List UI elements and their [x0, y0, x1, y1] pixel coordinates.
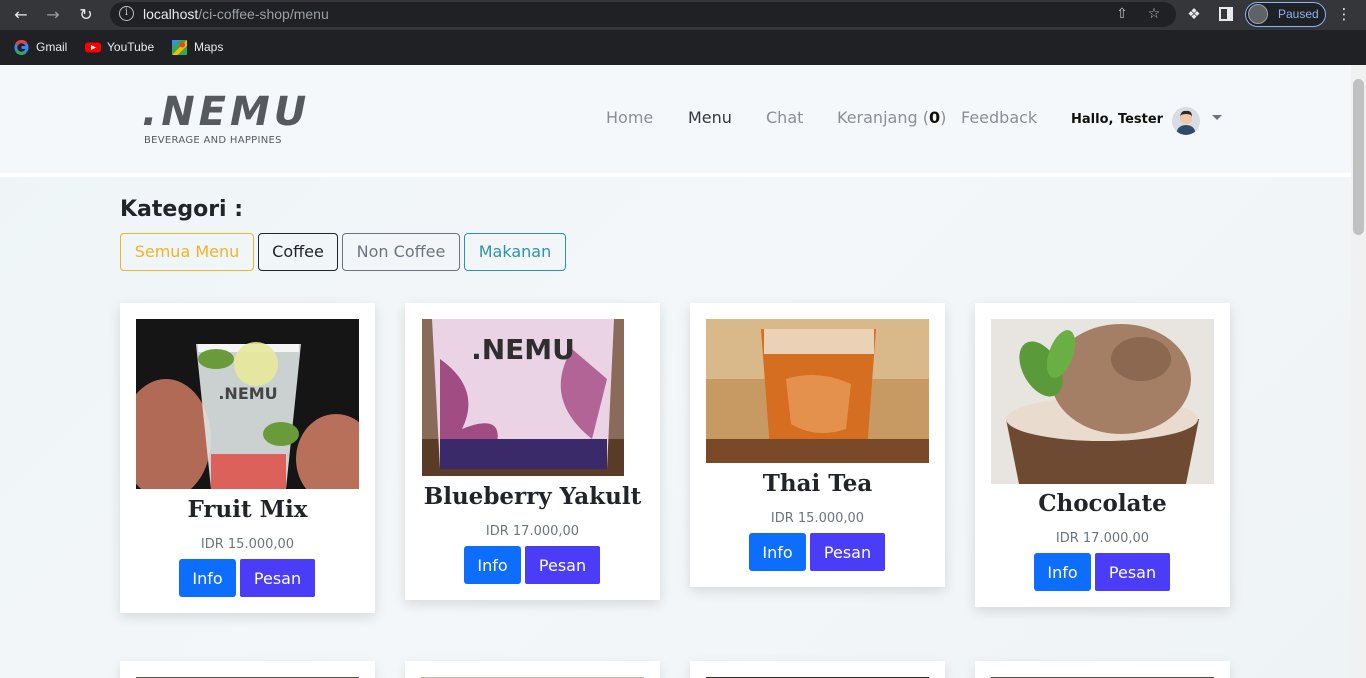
- url-host: localhost: [143, 6, 199, 22]
- product-card: .NEMU Fruit Mix IDR 15.000,00 Info Pesan: [120, 303, 375, 613]
- product-name: Chocolate: [1038, 490, 1167, 517]
- product-card: [405, 661, 660, 678]
- bookmark-label: YouTube: [107, 40, 155, 54]
- product-price: IDR 15.000,00: [200, 537, 295, 552]
- product-price: IDR 15.000,00: [770, 511, 865, 526]
- category-coffee-button[interactable]: Coffee: [258, 233, 338, 271]
- forward-arrow-icon[interactable]: →: [42, 4, 64, 26]
- product-info-button[interactable]: Info: [749, 533, 806, 571]
- maps-icon: [172, 39, 187, 55]
- cart-label-close: ): [940, 108, 947, 127]
- browser-toolbar: ← → ↻ i localhost/ci-coffee-shop/menu ⇧ …: [0, 0, 1366, 30]
- kebab-menu-icon[interactable]: ⋮: [1334, 4, 1354, 24]
- user-avatar[interactable]: [1172, 107, 1200, 135]
- product-image: .NEMU: [136, 319, 359, 489]
- profile-button[interactable]: Paused: [1245, 2, 1326, 27]
- product-order-button[interactable]: Pesan: [1095, 553, 1170, 591]
- nav-home[interactable]: Home: [606, 108, 653, 127]
- bookmark-label: Maps: [194, 40, 224, 54]
- star-icon[interactable]: ☆: [1145, 5, 1163, 23]
- bookmark-maps[interactable]: Maps: [172, 38, 223, 56]
- scrollbar-thumb[interactable]: [1353, 79, 1364, 235]
- site-info-icon[interactable]: i: [119, 6, 134, 21]
- bookmark-label: Gmail: [36, 40, 68, 54]
- nav-cart[interactable]: Keranjang (0): [837, 108, 946, 127]
- product-order-button[interactable]: Pesan: [810, 533, 885, 571]
- product-order-button[interactable]: Pesan: [525, 546, 600, 584]
- category-all-button[interactable]: Semua Menu: [120, 233, 254, 271]
- product-image: [991, 319, 1214, 484]
- site-header: .NEMU BEVERAGE AND HAPPINES Home Menu Ch…: [0, 65, 1351, 177]
- svg-text:.NEMU: .NEMU: [218, 384, 277, 403]
- nav-chat[interactable]: Chat: [766, 108, 803, 127]
- page-viewport: .NEMU BEVERAGE AND HAPPINES Home Menu Ch…: [0, 65, 1366, 678]
- product-image: [706, 319, 929, 463]
- product-card: Chocolate IDR 17.000,00 Info Pesan: [975, 303, 1230, 607]
- youtube-icon: [85, 40, 101, 55]
- product-name: Blueberry Yakult: [423, 483, 642, 510]
- profile-status: Paused: [1278, 7, 1319, 21]
- product-card: .NEMU Blueberry Yakult IDR 17.000,00 Inf…: [405, 303, 660, 600]
- bookmark-gmail[interactable]: Gmail: [14, 38, 67, 56]
- bookmarks-bar: Gmail YouTube Maps: [0, 34, 1366, 58]
- side-panel-icon[interactable]: [1216, 4, 1236, 24]
- product-info-button[interactable]: Info: [1034, 553, 1091, 591]
- address-bar[interactable]: i localhost/ci-coffee-shop/menu ⇧ ☆: [110, 2, 1176, 27]
- address-url[interactable]: localhost/ci-coffee-shop/menu: [143, 6, 329, 22]
- user-greeting: Hallo, Tester: [1071, 112, 1164, 127]
- product-card: [120, 661, 375, 678]
- nav-feedback[interactable]: Feedback: [961, 108, 1037, 127]
- svg-text:.NEMU: .NEMU: [471, 333, 575, 366]
- user-dropdown-caret-icon[interactable]: [1212, 115, 1222, 120]
- logo-wordmark: .NEMU: [142, 89, 311, 135]
- bookmark-youtube[interactable]: YouTube: [85, 38, 154, 56]
- product-price: IDR 17.000,00: [485, 524, 580, 539]
- cart-count: 0: [928, 108, 941, 127]
- product-card: [690, 661, 945, 678]
- product-card: Thai Tea IDR 15.000,00 Info Pesan: [690, 303, 945, 587]
- category-title: Kategori :: [120, 197, 244, 222]
- extensions-puzzle-icon[interactable]: ❖: [1184, 4, 1204, 24]
- page-scrollbar[interactable]: [1351, 65, 1366, 678]
- product-name: Thai Tea: [762, 470, 873, 497]
- product-info-button[interactable]: Info: [179, 559, 236, 597]
- nav-menu[interactable]: Menu: [688, 108, 732, 127]
- cart-label: Keranjang (: [837, 108, 929, 127]
- product-name: Fruit Mix: [187, 496, 308, 523]
- product-info-button[interactable]: Info: [464, 546, 521, 584]
- product-card: [975, 661, 1230, 678]
- profile-avatar-icon: [1248, 4, 1268, 24]
- reload-icon[interactable]: ↻: [75, 4, 97, 26]
- product-order-button[interactable]: Pesan: [240, 559, 315, 597]
- category-noncoffee-button[interactable]: Non Coffee: [342, 233, 460, 271]
- back-arrow-icon[interactable]: ←: [10, 4, 32, 26]
- category-food-button[interactable]: Makanan: [464, 233, 566, 271]
- browser-chrome: ← → ↻ i localhost/ci-coffee-shop/menu ⇧ …: [0, 0, 1366, 65]
- url-path: /ci-coffee-shop/menu: [198, 6, 329, 22]
- logo-tagline: BEVERAGE AND HAPPINES: [144, 135, 282, 146]
- brand-logo[interactable]: .NEMU BEVERAGE AND HAPPINES: [142, 91, 310, 146]
- google-icon: [14, 39, 29, 55]
- product-price: IDR 17.000,00: [1055, 531, 1150, 546]
- share-icon[interactable]: ⇧: [1113, 5, 1131, 23]
- product-image: .NEMU: [422, 319, 624, 476]
